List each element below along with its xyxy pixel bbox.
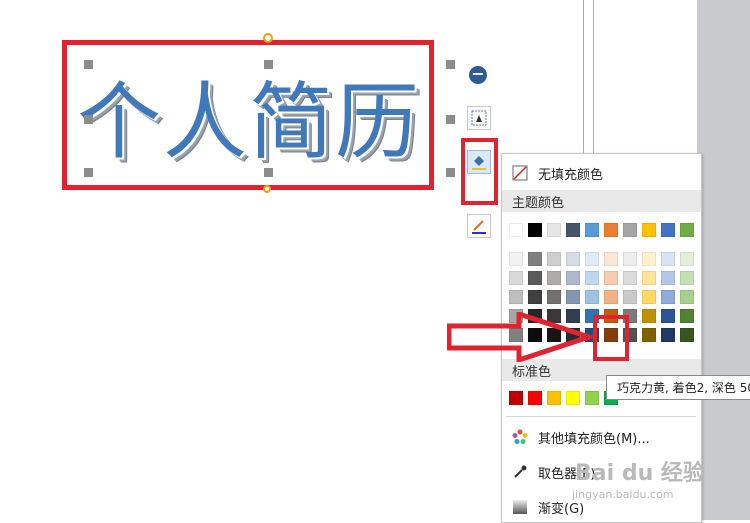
theme-shade-swatch[interactable]	[680, 328, 694, 342]
standard-swatch[interactable]	[585, 391, 599, 405]
resize-handle-br[interactable]	[446, 168, 455, 177]
theme-shade-swatch[interactable]	[585, 271, 599, 285]
eyedropper-icon	[514, 465, 527, 478]
theme-swatch[interactable]	[623, 223, 637, 237]
theme-shade-swatch[interactable]	[547, 252, 561, 266]
theme-shade-swatch[interactable]	[566, 290, 580, 304]
theme-swatch[interactable]	[661, 223, 675, 237]
theme-shade-swatch[interactable]	[509, 252, 523, 266]
theme-colors-heading: 主题颜色	[502, 190, 701, 212]
theme-shade-swatch[interactable]	[566, 252, 580, 266]
theme-swatch[interactable]	[566, 223, 580, 237]
theme-shade-swatch[interactable]	[680, 252, 694, 266]
workspace-background	[697, 0, 750, 520]
theme-swatch[interactable]	[680, 223, 694, 237]
theme-shade-swatch[interactable]	[547, 271, 561, 285]
pen-outline-icon	[472, 220, 486, 234]
watermark-url: jingyan.baidu.com	[572, 488, 674, 501]
theme-shade-swatch[interactable]	[623, 271, 637, 285]
theme-swatch[interactable]	[642, 223, 656, 237]
standard-swatch[interactable]	[509, 391, 523, 405]
menu-separator	[506, 416, 696, 417]
resize-handle-bc[interactable]	[264, 168, 273, 177]
resize-handle-tc[interactable]	[264, 60, 273, 69]
theme-shade-swatch[interactable]	[642, 252, 656, 266]
theme-shade-swatch[interactable]	[604, 290, 618, 304]
theme-shade-swatch[interactable]	[680, 271, 694, 285]
highlight-box-fill-button	[461, 138, 498, 205]
theme-shade-swatch[interactable]	[642, 271, 656, 285]
baidu-watermark: Bai du 经验	[575, 461, 705, 486]
theme-shade-swatch[interactable]	[566, 271, 580, 285]
rotate-handle[interactable]	[263, 33, 273, 43]
layout-icon	[471, 110, 487, 126]
theme-shade-swatch[interactable]	[680, 309, 694, 323]
theme-shade-swatch[interactable]	[623, 290, 637, 304]
theme-swatch[interactable]	[547, 223, 561, 237]
red-arrow-annotation	[447, 312, 597, 362]
theme-shade-swatch[interactable]	[585, 290, 599, 304]
theme-shade-swatch[interactable]	[509, 271, 523, 285]
standard-swatch[interactable]	[528, 391, 542, 405]
color-wheel-icon	[512, 429, 528, 444]
theme-shade-swatch[interactable]	[623, 252, 637, 266]
theme-shade-swatch[interactable]	[642, 328, 656, 342]
gradient-icon	[513, 500, 527, 514]
theme-shade-swatch[interactable]	[661, 271, 675, 285]
layout-options-button[interactable]	[467, 106, 491, 130]
theme-swatch[interactable]	[528, 223, 542, 237]
theme-shade-swatch[interactable]	[585, 252, 599, 266]
resize-handle-ml[interactable]	[84, 115, 93, 124]
highlight-box-selected-swatch	[593, 315, 629, 361]
theme-shade-swatch[interactable]	[680, 290, 694, 304]
theme-swatch[interactable]	[585, 223, 599, 237]
theme-swatch[interactable]	[604, 223, 618, 237]
no-fill-icon	[512, 165, 528, 181]
standard-swatch[interactable]	[547, 391, 561, 405]
anchor-handle[interactable]	[263, 185, 271, 193]
resize-handle-tl[interactable]	[84, 60, 93, 69]
theme-shade-swatch[interactable]	[661, 309, 675, 323]
no-fill-item[interactable]: 无填充颜色	[502, 160, 701, 186]
theme-shade-swatch[interactable]	[509, 290, 523, 304]
outline-color-button[interactable]	[467, 214, 491, 238]
more-fill-colors-label: 其他填充颜色(M)...	[538, 431, 650, 447]
theme-shade-swatch[interactable]	[661, 328, 675, 342]
resize-handle-tr[interactable]	[446, 60, 455, 69]
theme-swatch[interactable]	[509, 223, 523, 237]
theme-shade-swatch[interactable]	[604, 271, 618, 285]
theme-shade-swatch[interactable]	[642, 309, 656, 323]
theme-shade-swatch[interactable]	[661, 290, 675, 304]
theme-shade-swatch[interactable]	[547, 290, 561, 304]
standard-swatch[interactable]	[566, 391, 580, 405]
collapse-icon[interactable]: −	[469, 66, 487, 84]
swatch-tooltip: 巧克力黄, 着色2, 深色 50%	[606, 375, 750, 400]
theme-shade-swatch[interactable]	[528, 290, 542, 304]
theme-shade-swatch[interactable]	[528, 252, 542, 266]
highlight-box-wordart	[62, 40, 434, 190]
theme-shade-swatch[interactable]	[604, 252, 618, 266]
resize-handle-bl[interactable]	[84, 168, 93, 177]
no-fill-label: 无填充颜色	[538, 167, 604, 183]
more-fill-colors-item[interactable]: 其他填充颜色(M)...	[502, 424, 701, 450]
theme-shade-swatch[interactable]	[642, 290, 656, 304]
resize-handle-mr[interactable]	[446, 115, 455, 124]
theme-shade-swatch[interactable]	[528, 271, 542, 285]
theme-shade-swatch[interactable]	[661, 252, 675, 266]
